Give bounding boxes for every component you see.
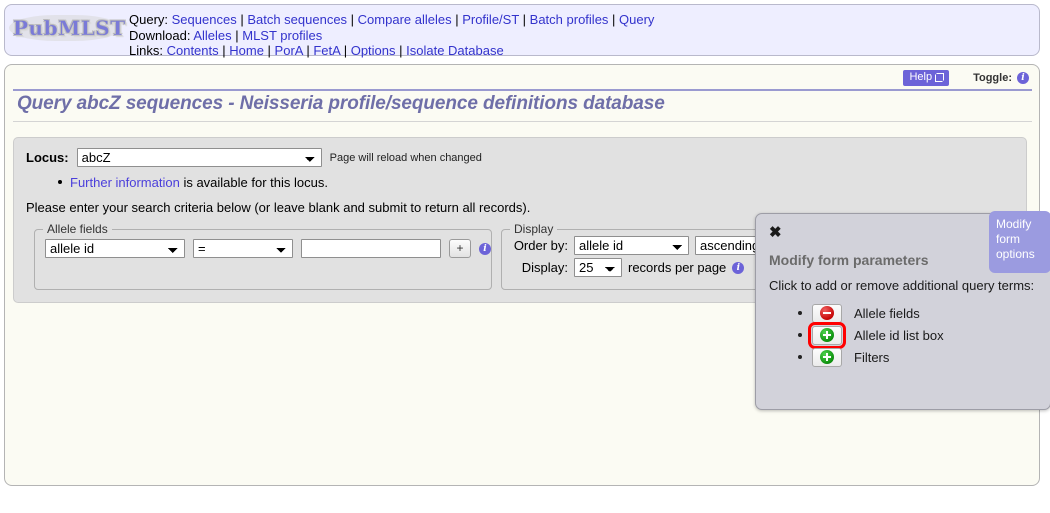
title-rule-bottom: [13, 121, 1032, 122]
site-header: PubMLST Query: Sequences | Batch sequenc…: [4, 4, 1040, 59]
locus-row: Locus: abcZ Page will reload when change…: [26, 148, 482, 167]
list-item-label: Allele fields: [854, 305, 920, 321]
nav-link-options[interactable]: Options: [351, 43, 396, 58]
allele-operator-select[interactable]: =: [193, 239, 293, 258]
display-label: Display:: [521, 260, 568, 275]
help-button-label: Help: [909, 71, 933, 83]
help-button[interactable]: Help: [903, 70, 950, 86]
header-navigation: Query: Sequences | Batch sequences | Com…: [129, 5, 654, 59]
allele-value-input[interactable]: [301, 239, 441, 258]
toggle-control[interactable]: Toggle: i: [973, 72, 1029, 84]
allele-fields-legend: Allele fields: [47, 222, 108, 236]
nav-link-compare-alleles[interactable]: Compare alleles: [358, 12, 452, 27]
list-item: Filters: [798, 346, 944, 368]
locus-label: Locus:: [26, 150, 69, 165]
nav-row-query: Query: Sequences | Batch sequences | Com…: [129, 12, 655, 27]
pubmlst-logo: PubMLST: [5, 5, 129, 55]
allele-fields-fieldset: Allele fields allele id = + i: [34, 222, 492, 290]
minus-circle-icon: [820, 306, 834, 320]
nav-link-isolate-database[interactable]: Isolate Database: [406, 43, 504, 58]
nav-link-batch-sequences[interactable]: Batch sequences: [247, 12, 347, 27]
add-allele-field-button[interactable]: +: [449, 239, 471, 258]
nav-link-pora[interactable]: PorA: [275, 43, 303, 58]
further-information-rest: is available for this locus.: [179, 175, 328, 190]
further-information-link[interactable]: Further information: [70, 175, 180, 190]
allele-field-row: allele id = + i: [35, 236, 491, 258]
info-icon-records-per-page[interactable]: i: [732, 261, 745, 274]
dialog-subtitle: Click to add or remove additional query …: [769, 278, 1035, 293]
nav-link-home[interactable]: Home: [229, 43, 264, 58]
modify-form-options-tab[interactable]: Modify form options: [989, 211, 1050, 273]
remove-allele-fields-button[interactable]: [812, 303, 842, 323]
list-item-label: Filters: [854, 349, 890, 365]
main-content-panel: Help Toggle: i Query abcZ sequences - Ne…: [4, 64, 1050, 486]
logo-text: PubMLST: [13, 16, 126, 40]
nav-link-profile-st[interactable]: Profile/ST: [462, 12, 519, 27]
page-toolbar: Help Toggle: i: [903, 70, 1029, 86]
locus-select[interactable]: abcZ: [76, 148, 322, 167]
nav-link-batch-profiles[interactable]: Batch profiles: [530, 12, 609, 27]
dialog-title: Modify form parameters: [769, 252, 929, 268]
toggle-label: Toggle:: [973, 72, 1012, 84]
nav-row-links-label: Links:: [129, 43, 163, 59]
nav-link-alleles[interactable]: Alleles: [193, 28, 231, 43]
search-instruction: Please enter your search criteria below …: [26, 200, 531, 215]
nav-link-contents[interactable]: Contents: [167, 43, 219, 58]
add-allele-id-list-box-button[interactable]: [808, 321, 846, 349]
modify-form-parameters-dialog: Modify form options ✖ Modify form parame…: [755, 211, 1050, 410]
nav-row-download-label: Download:: [129, 27, 191, 43]
bullet-icon: [798, 311, 802, 315]
locus-reload-note: Page will reload when changed: [329, 151, 482, 164]
nav-link-query[interactable]: Query: [619, 12, 654, 27]
nav-row-query-label: Query:: [129, 12, 169, 27]
further-information-line: Further information is available for thi…: [58, 175, 328, 190]
list-item: Allele id list box: [798, 321, 944, 349]
allele-field-select[interactable]: allele id: [45, 239, 185, 258]
records-per-page-select[interactable]: 25: [574, 258, 622, 277]
close-icon[interactable]: ✖: [769, 225, 782, 240]
bullet-icon: [798, 355, 802, 359]
title-rule-top: [13, 89, 1032, 91]
order-by-select[interactable]: allele id: [574, 236, 689, 255]
query-terms-list: Allele fields Allele id list box Filters: [798, 302, 944, 368]
list-item: Allele fields: [798, 302, 944, 324]
nav-row-download: Download: Alleles | MLST profiles: [129, 27, 323, 43]
info-icon-toggle[interactable]: i: [1017, 72, 1029, 84]
page-title: Query abcZ sequences - Neisseria profile…: [17, 93, 665, 114]
nav-link-mlst-profiles[interactable]: MLST profiles: [242, 28, 322, 43]
plus-circle-icon: [820, 350, 834, 364]
records-per-page-suffix: records per page: [628, 260, 727, 275]
nav-link-feta[interactable]: FetA: [313, 43, 340, 58]
display-legend: Display: [514, 222, 554, 236]
nav-row-links: Links: Contents | Home | PorA | FetA | O…: [129, 43, 504, 59]
plus-circle-icon: [820, 328, 834, 342]
info-icon-allele-fields[interactable]: i: [479, 242, 491, 255]
bullet-icon: [58, 180, 62, 184]
bullet-icon: [798, 333, 802, 337]
add-filters-button[interactable]: [812, 347, 842, 367]
list-item-label: Allele id list box: [854, 327, 944, 343]
nav-link-sequences[interactable]: Sequences: [172, 12, 237, 27]
order-by-label: Order by:: [513, 238, 568, 253]
external-link-icon: [935, 73, 945, 82]
